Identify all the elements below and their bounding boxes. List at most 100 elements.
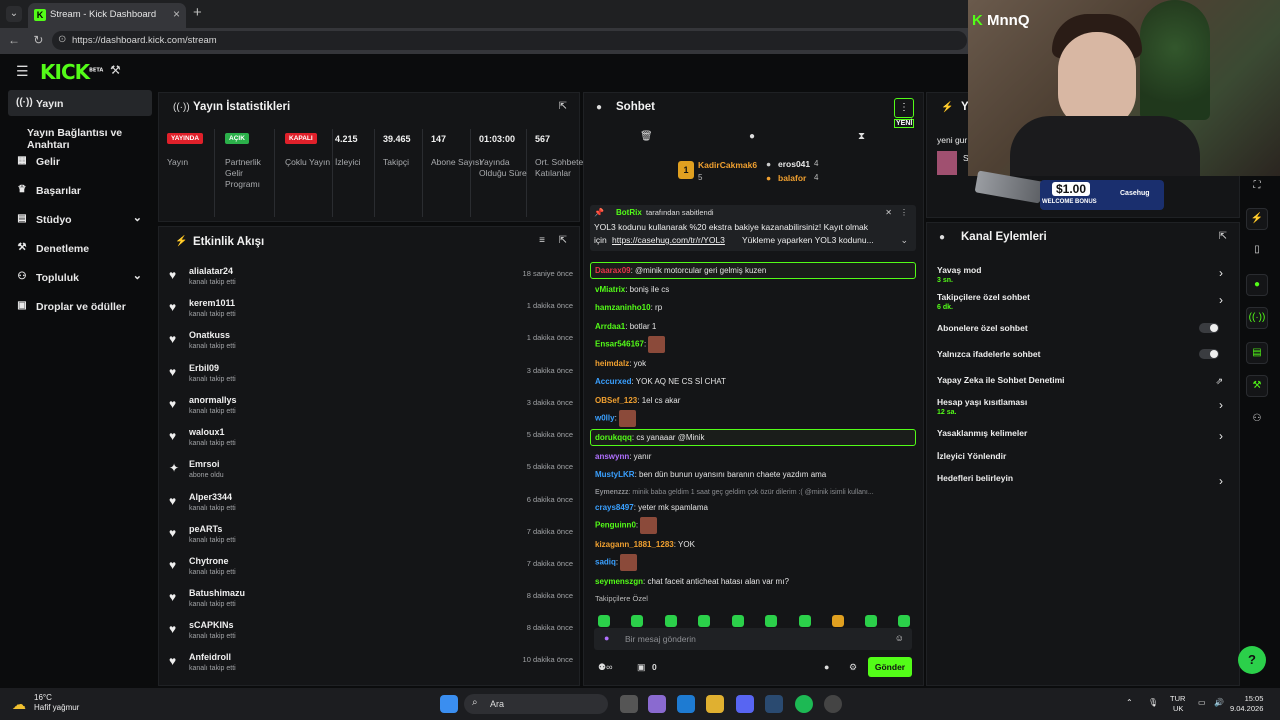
chat-username[interactable]: crays8497 bbox=[595, 503, 634, 512]
send-button[interactable]: Gönder bbox=[868, 657, 912, 677]
popout-icon[interactable]: ⇱ bbox=[1219, 231, 1227, 242]
sidebar-item-studyo[interactable]: ▤ Stüdyo ⌄ bbox=[8, 206, 152, 232]
emote-icon[interactable] bbox=[732, 615, 744, 627]
hourglass-icon[interactable]: ⧗ bbox=[858, 131, 865, 142]
action-slow-mode[interactable]: Yavaş mod 3 sn. › bbox=[937, 265, 1233, 284]
activity-item[interactable]: ♥ Erbil09 kanalı takip etti 3 dakika önce bbox=[169, 362, 573, 394]
chat-message[interactable]: answynn: yanır bbox=[595, 452, 651, 461]
chat-username[interactable]: Accurxed bbox=[595, 377, 631, 386]
points-icon[interactable]: ▣ bbox=[637, 662, 646, 673]
chat-message[interactable]: crays8497: yeter mk spamlama bbox=[595, 503, 708, 512]
activity-username[interactable]: Alper3344 bbox=[189, 492, 232, 502]
chat-menu-icon[interactable]: ⋮ bbox=[894, 98, 914, 118]
community-icon[interactable]: ⚇ bbox=[1246, 409, 1268, 431]
discord-icon[interactable] bbox=[736, 695, 754, 713]
activity-username[interactable]: Emrsoi bbox=[189, 459, 220, 469]
sidebar-item-stream-key[interactable]: Yayın Bağlantısı ve Anahtarı bbox=[8, 119, 152, 151]
chat-message[interactable]: OBSef_123: 1el cs akar bbox=[595, 396, 680, 405]
activity-username[interactable]: Batushimazu bbox=[189, 588, 245, 598]
gifter-name[interactable]: KadirCakmak6 bbox=[698, 160, 757, 170]
bolt-icon[interactable]: ⚡ bbox=[1246, 208, 1268, 230]
activity-username[interactable]: Onatkuss bbox=[189, 330, 230, 340]
trash-icon[interactable]: 🗑 bbox=[640, 131, 653, 142]
activity-item[interactable]: ♥ waloux1 kanalı takip etti 5 dakika önce bbox=[169, 426, 573, 458]
subscriber-only-toggle[interactable] bbox=[1199, 323, 1219, 333]
settings-icon[interactable]: ⚙ bbox=[849, 662, 857, 673]
popout-icon[interactable]: ⇱ bbox=[559, 101, 567, 112]
chat-message[interactable]: Arrdaa1: botlar 1 bbox=[595, 322, 656, 331]
chat-message[interactable]: Penguinn0: bbox=[595, 517, 658, 534]
chat-message[interactable]: Accurxed: YOK AQ NE CS Sİ CHAT bbox=[595, 377, 726, 386]
action-goals[interactable]: Hedefleri belirleyin › bbox=[937, 473, 1233, 488]
emote-icon[interactable] bbox=[698, 615, 710, 627]
chat-username[interactable]: Ensar546167 bbox=[595, 340, 644, 349]
emote-icon[interactable] bbox=[865, 615, 877, 627]
chat-username[interactable]: vMiatrix bbox=[595, 285, 625, 294]
activity-username[interactable]: Erbil09 bbox=[189, 363, 219, 373]
chat-icon[interactable]: ● bbox=[1246, 274, 1268, 296]
chat-message[interactable]: seymenszgn: chat faceit anticheat hatası… bbox=[595, 577, 789, 586]
chat-message[interactable]: vMiatrix: boniş ile cs bbox=[595, 285, 669, 294]
activity-item[interactable]: ♥ kerem1011 kanalı takip etti 1 dakika önce bbox=[169, 297, 573, 329]
chat-username[interactable]: w0lly bbox=[595, 414, 615, 423]
chat-message[interactable]: kizagann_1881_1283: YOK bbox=[595, 540, 695, 549]
emote-icon[interactable] bbox=[598, 615, 610, 627]
activity-item[interactable]: ♥ anormallys kanalı takip etti 3 dakika önc… bbox=[169, 394, 573, 426]
chat-username[interactable]: dorukqqq bbox=[595, 433, 632, 442]
taskbar-search[interactable]: ⌕ Ara bbox=[464, 694, 608, 714]
emote-icon[interactable] bbox=[898, 615, 910, 627]
gifter-name[interactable]: eros041 bbox=[778, 159, 810, 169]
activity-username[interactable]: Chytrone bbox=[189, 556, 229, 566]
obs-icon[interactable] bbox=[824, 695, 842, 713]
keyboard-layout[interactable]: UK bbox=[1173, 704, 1183, 713]
action-ai-moderation[interactable]: Yapay Zeka ile Sohbet Denetimi ⇗ bbox=[937, 375, 1233, 386]
pin-icon[interactable]: ⚒ bbox=[110, 63, 121, 77]
chat-message[interactable]: Daarax09: @minik motorcular geri gelmiş … bbox=[595, 266, 766, 275]
language-code[interactable]: TUR bbox=[1170, 694, 1185, 703]
chevron-down-icon[interactable]: ⌄ bbox=[900, 235, 908, 246]
support-icon[interactable]: ? bbox=[1238, 646, 1266, 674]
task-view-icon[interactable] bbox=[620, 695, 638, 713]
popout-icon[interactable]: ⇱ bbox=[559, 235, 567, 246]
file-explorer-icon[interactable] bbox=[706, 695, 724, 713]
filter-icon[interactable]: ≡ bbox=[539, 235, 545, 246]
action-follower-only[interactable]: Takipçilere özel sohbet 6 dk. › bbox=[937, 292, 1233, 311]
avatar[interactable] bbox=[937, 151, 957, 175]
chat-message[interactable]: hamzaninho10: rp bbox=[595, 303, 662, 312]
emote-icon[interactable] bbox=[832, 615, 844, 627]
more-icon[interactable]: ⋮ bbox=[900, 208, 908, 217]
sidebar-item-droplar[interactable]: ▣ Droplar ve ödüller bbox=[8, 293, 152, 319]
activity-item[interactable]: ♥ Batushimazu kanalı takip etti 8 dakika ön… bbox=[169, 587, 573, 619]
activity-username[interactable]: sCAPKINs bbox=[189, 620, 234, 630]
expand-icon[interactable]: ⛶ bbox=[1246, 176, 1268, 198]
chat-bubble-icon[interactable]: ● bbox=[749, 131, 755, 142]
gifter-name[interactable]: balafor bbox=[778, 173, 806, 183]
activity-item[interactable]: ♥ peARTs kanalı takip etti 7 dakika önce bbox=[169, 523, 573, 555]
activity-item[interactable]: ♥ Onatkuss kanalı takip etti 1 dakika önce bbox=[169, 329, 573, 361]
chat-username[interactable]: heimdalz bbox=[595, 359, 629, 368]
activity-item[interactable]: ✦ Emrsoi abone oldu 5 dakika önce bbox=[169, 458, 573, 490]
chat-username[interactable]: seymenszgn bbox=[595, 577, 643, 586]
chat-username[interactable]: answynn bbox=[595, 452, 629, 461]
chevron-up-icon[interactable]: ⌃ bbox=[1126, 698, 1133, 707]
chat-message[interactable]: MustyLKR: ben dün bunun uyansını baranın… bbox=[595, 470, 826, 479]
volume-icon[interactable]: 🔊 bbox=[1214, 698, 1224, 707]
mic-icon[interactable]: ● bbox=[604, 633, 609, 643]
emote-icon[interactable] bbox=[665, 615, 677, 627]
activity-username[interactable]: alialatar24 bbox=[189, 266, 233, 276]
chat-message[interactable]: w0lly: bbox=[595, 410, 636, 427]
kick-logo[interactable]: KICKBETA bbox=[40, 60, 103, 84]
pinned-link[interactable]: https://casehug.com/tr/r/YOL3 bbox=[612, 235, 725, 245]
activity-item[interactable]: ♥ Anfeidroll kanalı takip etti 10 dakika ön… bbox=[169, 651, 573, 683]
chat-username[interactable]: sadiq bbox=[595, 558, 616, 567]
chat-username[interactable]: hamzaninho10 bbox=[595, 303, 651, 312]
activity-username[interactable]: anormallys bbox=[189, 395, 237, 405]
tab-list-chevron-icon[interactable]: ⌄ bbox=[6, 6, 22, 22]
menu-icon[interactable]: ☰ bbox=[16, 63, 29, 80]
emote-icon[interactable] bbox=[799, 615, 811, 627]
pinned-message[interactable]: 📌 BotRix tarafından sabitlendi ✕ ⋮ YOL3 … bbox=[590, 205, 916, 251]
chat-bubble-icon[interactable]: ● bbox=[824, 662, 829, 672]
unpin-icon[interactable]: ✕ bbox=[885, 208, 892, 217]
chat-username[interactable]: OBSef_123 bbox=[595, 396, 637, 405]
activity-username[interactable]: kerem1011 bbox=[189, 298, 235, 308]
